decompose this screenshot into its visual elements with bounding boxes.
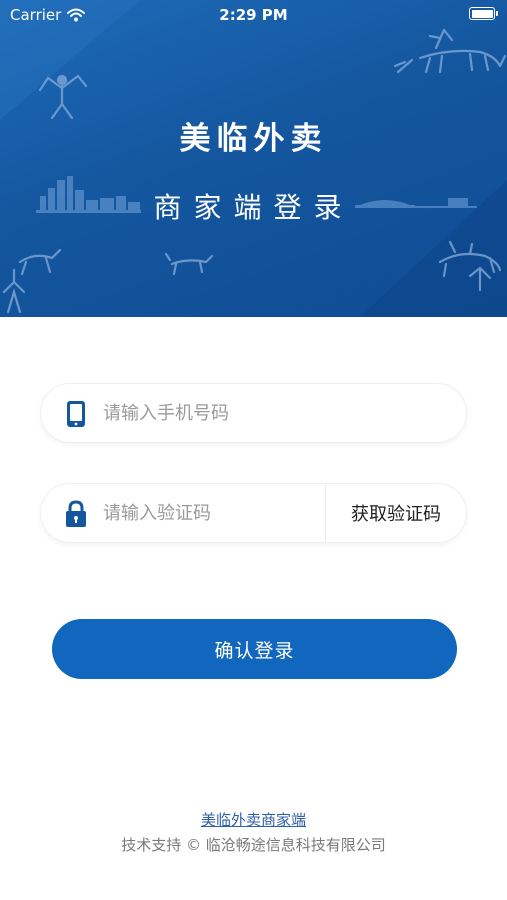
header-decoration-art <box>0 0 507 317</box>
phone-input[interactable] <box>103 384 443 442</box>
phone-field[interactable] <box>40 383 467 443</box>
confirm-login-button[interactable]: 确认登录 <box>52 619 457 679</box>
copyright-text: 技术支持 © 临沧畅途信息科技有限公司 <box>121 836 386 854</box>
battery-icon <box>469 7 498 20</box>
smartphone-icon <box>67 401 85 427</box>
status-time: 2:29 PM <box>219 6 288 24</box>
login-header-banner: Carrier 2:29 PM 美临外卖 商家端登录 <box>0 0 507 317</box>
login-subtitle: 商家端登录 <box>153 191 354 224</box>
app-name-link[interactable]: 美临外卖商家端 <box>0 809 507 830</box>
get-code-button[interactable]: 获取验证码 <box>326 484 466 542</box>
verification-code-field[interactable]: 获取验证码 <box>40 483 467 543</box>
lock-icon <box>66 500 86 527</box>
app-title: 美临外卖 <box>179 121 328 157</box>
code-input[interactable] <box>103 484 353 542</box>
status-bar: Carrier 2:29 PM <box>0 0 507 30</box>
